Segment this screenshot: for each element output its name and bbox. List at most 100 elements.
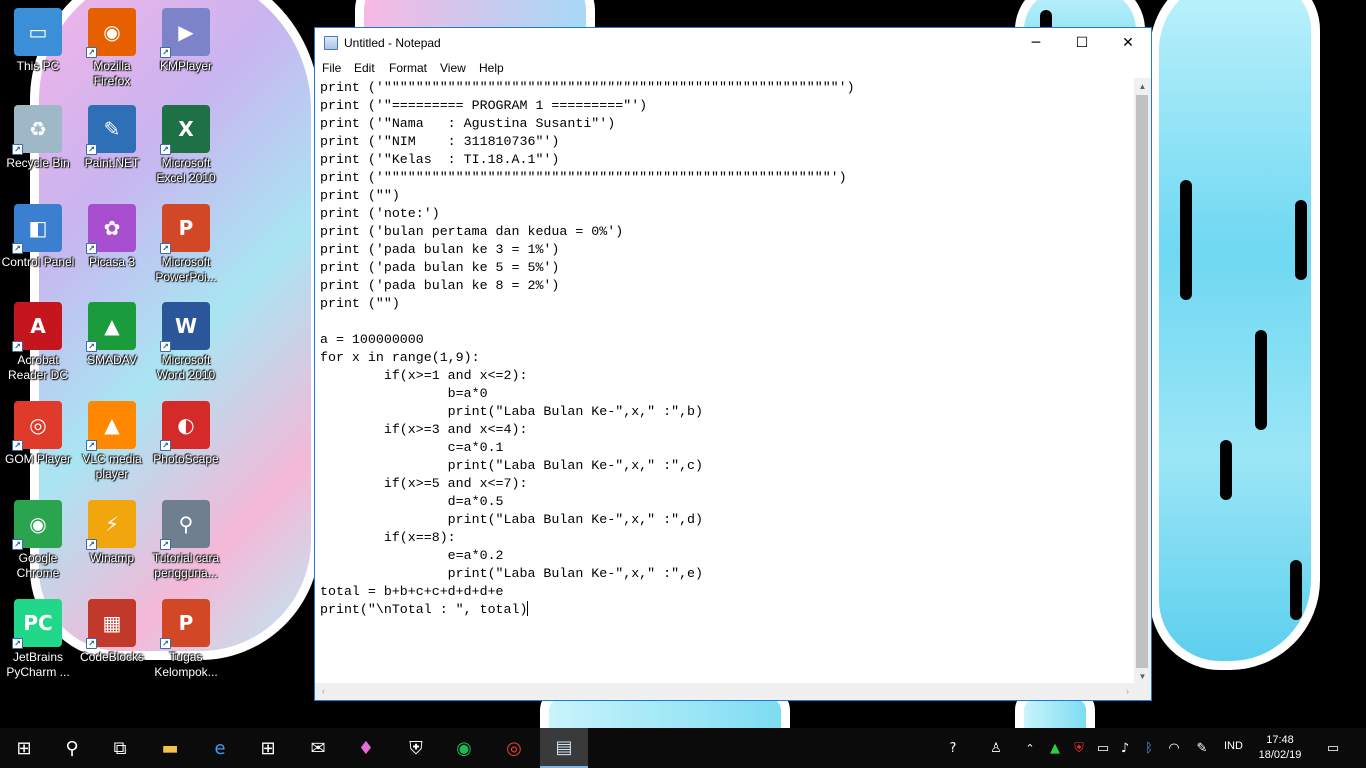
desktop-shortcut-label: Picasa 3 <box>88 255 136 269</box>
desktop-shortcut-label: Acrobat Reader DC <box>7 353 69 382</box>
bluetooth-icon[interactable]: ᛒ <box>1140 728 1158 768</box>
menu-format[interactable]: Format <box>389 61 427 75</box>
desktop-shortcut[interactable]: ♻ ↗ Recycle Bin <box>0 105 76 171</box>
scroll-left-icon[interactable]: ‹ <box>315 683 332 700</box>
text-editor[interactable]: print ('""""""""""""""""""""""""""""""""… <box>315 78 1136 685</box>
desktop-shortcut[interactable]: ▦ ↗ CodeBlocks <box>74 599 150 665</box>
smadav-tray-icon[interactable]: ▲ <box>1046 728 1064 768</box>
clock-date: 18/02/19 <box>1258 749 1302 761</box>
desktop-shortcut-label: CodeBlocks <box>79 650 145 664</box>
paintnet-icon: ✎ ↗ <box>86 105 136 155</box>
desktop-shortcut[interactable]: ◉ ↗ Mozilla Firefox <box>74 8 150 89</box>
desktop-shortcut[interactable]: P ↗ Microsoft PowerPoi... <box>148 204 224 285</box>
desktop-shortcut[interactable]: ⚲ ↗ Tutorial cara pengguna... <box>148 500 224 581</box>
maximize-button[interactable]: ☐ <box>1059 28 1105 58</box>
title-bar[interactable]: Untitled - Notepad ─ ☐ ✕ <box>315 28 1151 58</box>
shortcut-arrow-icon: ↗ <box>12 341 23 352</box>
scroll-up-icon[interactable]: ▲ <box>1134 78 1151 95</box>
spotify-taskbar[interactable]: ◉ <box>440 728 488 768</box>
desktop-shortcut-label: JetBrains PyCharm ... <box>6 650 70 679</box>
notepad-app-icon <box>324 36 338 50</box>
desktop-shortcut[interactable]: ▶ ↗ KMPlayer <box>148 8 224 74</box>
desktop-shortcut[interactable]: A ↗ Acrobat Reader DC <box>0 302 76 383</box>
security-tray-icon[interactable]: ⛨ <box>1070 728 1088 768</box>
task-view-button[interactable]: ⧉ <box>96 728 144 768</box>
search-button[interactable]: ⚲ <box>48 728 96 768</box>
desktop-shortcut[interactable]: ▭ This PC <box>0 8 76 74</box>
language-indicator[interactable]: IND <box>1224 740 1243 752</box>
edge-taskbar[interactable]: e <box>196 728 244 768</box>
minimize-button[interactable]: ─ <box>1013 28 1059 58</box>
shortcut-arrow-icon: ↗ <box>86 539 97 550</box>
battery-icon[interactable]: ▭ <box>1094 728 1112 768</box>
shortcut-arrow-icon: ↗ <box>86 243 97 254</box>
picasa-icon: ✿ ↗ <box>86 204 136 254</box>
desktop-shortcut-label: Recycle Bin <box>6 156 70 170</box>
desktop-shortcut[interactable]: ▲ ↗ SMADAV <box>74 302 150 368</box>
this-pc-icon: ▭ <box>14 8 62 56</box>
desktop-shortcut[interactable]: ✿ ↗ Picasa 3 <box>74 204 150 270</box>
codeblocks-icon: ▦ ↗ <box>86 599 136 649</box>
clock[interactable]: 17:48 18/02/19 <box>1250 733 1310 763</box>
shortcut-arrow-icon: ↗ <box>160 539 171 550</box>
store-taskbar[interactable]: ⊞ <box>244 728 292 768</box>
defender-taskbar[interactable]: ⛨ <box>392 728 440 768</box>
shortcut-arrow-icon: ↗ <box>12 539 23 550</box>
menu-edit[interactable]: Edit <box>354 61 375 75</box>
gom-player-icon: ◎ ↗ <box>12 401 62 451</box>
desktop-shortcut-label: Tugas Kelompok... <box>154 650 218 679</box>
shortcut-arrow-icon: ↗ <box>12 243 23 254</box>
horizontal-scrollbar[interactable]: ‹ › <box>315 683 1136 700</box>
menu-file[interactable]: File <box>322 61 341 75</box>
help-icon[interactable]: ? <box>940 728 966 768</box>
desktop-shortcut-label: SMADAV <box>87 353 137 367</box>
resize-grip[interactable] <box>1134 683 1151 700</box>
smadav-icon: ▲ ↗ <box>86 302 136 352</box>
menu-view[interactable]: View <box>440 61 466 75</box>
chevron-up-icon[interactable]: ⌃ <box>1022 728 1038 768</box>
vertical-scroll-thumb[interactable] <box>1136 95 1148 668</box>
menu-bar: File Edit Format View Help <box>315 58 1151 78</box>
desktop-shortcut[interactable]: ✎ ↗ Paint.NET <box>74 105 150 171</box>
desktop-shortcut-label: Paint.NET <box>84 156 140 170</box>
wifi-icon[interactable]: ◠ <box>1164 728 1184 768</box>
desktop-shortcut-label: PhotoScape <box>153 452 219 466</box>
people-icon[interactable]: ♙ <box>985 728 1007 768</box>
editor-text[interactable]: print ('""""""""""""""""""""""""""""""""… <box>320 79 855 619</box>
volume-icon[interactable]: ♪ <box>1116 728 1134 768</box>
desktop-shortcut-label: Microsoft Excel 2010 <box>156 156 216 185</box>
desktop-shortcut[interactable]: W ↗ Microsoft Word 2010 <box>148 302 224 383</box>
firefox-icon: ◉ ↗ <box>86 8 136 58</box>
close-button[interactable]: ✕ <box>1105 28 1151 58</box>
desktop-shortcut-label: Microsoft Word 2010 <box>156 353 216 382</box>
notepad-taskbar[interactable]: ▤ <box>540 728 588 768</box>
word-icon: W ↗ <box>160 302 210 352</box>
desktop-shortcut[interactable]: ◉ ↗ Google Chrome <box>0 500 76 581</box>
control-panel-icon: ◧ ↗ <box>12 204 62 254</box>
shortcut-arrow-icon: ↗ <box>12 144 23 155</box>
mail-taskbar[interactable]: ✉ <box>294 728 342 768</box>
desktop-shortcut[interactable]: ▲ ↗ VLC media player <box>74 401 150 482</box>
vertical-scrollbar[interactable]: ▲ ▼ <box>1134 78 1151 685</box>
menu-help[interactable]: Help <box>479 61 504 75</box>
desktop-shortcut[interactable]: PC ↗ JetBrains PyCharm ... <box>0 599 76 680</box>
desktop-shortcut[interactable]: ⚡ ↗ Winamp <box>74 500 150 566</box>
desktop-shortcut[interactable]: ◐ ↗ PhotoScape <box>148 401 224 467</box>
recycle-bin-icon: ♻ ↗ <box>12 105 62 155</box>
taskbar: ⊞ ⚲ ⧉ ▬ e ⊞ ✉ ♦ ⛨ ◉ ◎ ▤ ? ♙ ⌃ ▲ ⛨ ▭ ♪ ᛒ ◠ ✎ IND 17:… <box>0 728 1366 768</box>
acrobat-icon: A ↗ <box>12 302 62 352</box>
chrome-taskbar[interactable]: ◎ <box>490 728 538 768</box>
notification-icon[interactable]: ▭ <box>1318 728 1348 768</box>
start-button[interactable]: ⊞ <box>0 728 48 768</box>
file-explorer-taskbar[interactable]: ▬ <box>146 728 194 768</box>
desktop-shortcut[interactable]: ◎ ↗ GOM Player <box>0 401 76 467</box>
text-caret <box>527 601 529 616</box>
pen-icon[interactable]: ✎ <box>1192 728 1212 768</box>
desktop-shortcut[interactable]: X ↗ Microsoft Excel 2010 <box>148 105 224 186</box>
desktop-shortcut[interactable]: ◧ ↗ Control Panel <box>0 204 76 270</box>
desktop-shortcut[interactable]: P ↗ Tugas Kelompok... <box>148 599 224 680</box>
maps-taskbar[interactable]: ♦ <box>342 728 390 768</box>
desktop-shortcut-label: Mozilla Firefox <box>93 59 131 88</box>
winamp-icon: ⚡ ↗ <box>86 500 136 550</box>
shortcut-arrow-icon: ↗ <box>160 243 171 254</box>
